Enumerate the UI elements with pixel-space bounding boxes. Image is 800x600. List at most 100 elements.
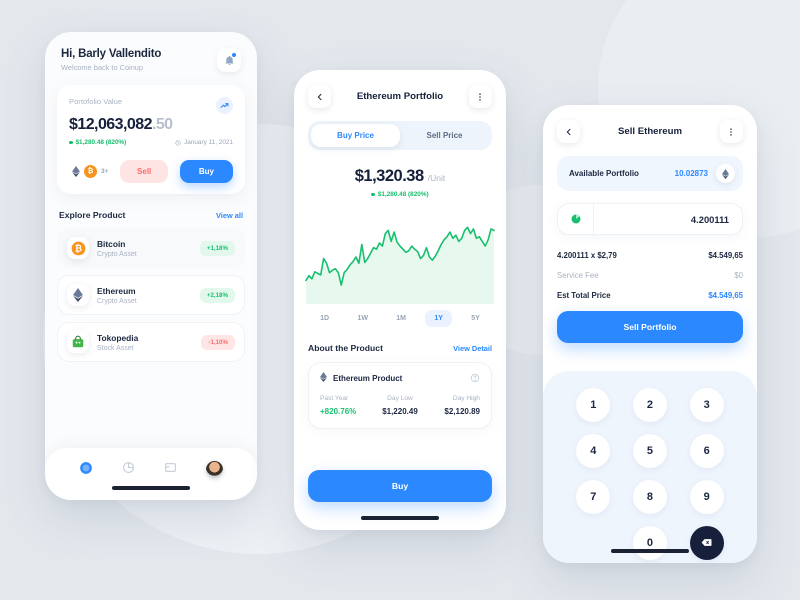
view-all-link[interactable]: View all (216, 211, 243, 220)
range-1y[interactable]: 1Y (425, 310, 452, 327)
price-chart (294, 204, 506, 304)
stat-cell: Past Year +820.76% (320, 395, 373, 416)
time-range-selector: 1D 1W 1M 1Y 5Y (294, 310, 506, 327)
list-item[interactable]: Tokopedia Stock Asset -1,10% (57, 322, 245, 362)
greeting-text: Hi, Barly Vallendito (61, 48, 162, 60)
view-detail-link[interactable]: View Detail (453, 344, 492, 353)
buy-button[interactable]: Buy (179, 160, 233, 183)
stat-label: Day High (452, 395, 480, 402)
stat-cell: Day Low $1,220.49 (373, 395, 426, 416)
app-mockup-stage: Hi, Barly Vallendito Welcome back to Coi… (0, 0, 800, 600)
product-name: Ethereum (97, 285, 136, 296)
status-badge: -1,10% (201, 334, 235, 350)
sidebar-item-profile[interactable] (205, 461, 223, 478)
tokopedia-icon (67, 331, 89, 353)
sidebar-item-cards[interactable] (164, 461, 177, 474)
price-breakdown: 4.200111 x $2,79 $4.549,65 Service Fee $0 Es… (557, 251, 743, 300)
stat-label: Day Low (387, 395, 413, 402)
tab-sell-price[interactable]: Sell Price (400, 124, 489, 147)
breakdown-row: 4.200111 x $2,79 $4.549,65 (557, 251, 743, 260)
notification-button[interactable] (217, 48, 241, 72)
pie-chart-icon (123, 462, 135, 473)
breakdown-row: Service Fee $0 (557, 271, 743, 280)
unit-price-suffix: /Unit (427, 173, 446, 183)
available-portfolio-value: 10.02873 (674, 169, 708, 178)
status-badge: +1,18% (199, 240, 235, 256)
stat-value: $2,120.89 (444, 407, 480, 416)
stat-cell: Day High $2,120.89 (427, 395, 480, 416)
token-more-count: 3+ (101, 168, 109, 175)
amount-input-field[interactable]: 4.200111 (557, 203, 743, 235)
home-indicator (361, 516, 439, 520)
sidebar-item-dashboard[interactable] (79, 461, 93, 475)
welcome-subtitle: Welcome back to Coinup (61, 63, 144, 72)
keypad-7[interactable]: 7 (576, 479, 611, 514)
product-type: Crypto Asset (97, 297, 137, 305)
buy-button[interactable]: Buy (308, 470, 492, 502)
sell-button[interactable]: Sell (120, 160, 169, 183)
page-title: Sell Ethereum (618, 126, 682, 137)
portfolio-date-text: January 11, 2021 (184, 139, 233, 146)
more-options-button[interactable] (468, 85, 492, 108)
svg-text:₿: ₿ (74, 243, 81, 253)
breakdown-value: $0 (734, 271, 743, 280)
keypad-spacer (576, 526, 610, 560)
breakdown-row: Est Total Price $4.549,65 (557, 291, 743, 300)
range-1m[interactable]: 1M (387, 310, 415, 327)
back-button[interactable] (308, 85, 331, 108)
portfolio-amount-decimal: .50 (151, 116, 173, 133)
numeric-keypad: 123 456 7890 (543, 371, 757, 563)
help-circle-icon[interactable] (470, 373, 480, 383)
breakdown-value: $4.549,65 (708, 251, 743, 260)
keypad-1[interactable]: 1 (576, 388, 611, 423)
notification-dot (232, 53, 236, 57)
keypad-9[interactable]: 9 (689, 479, 724, 514)
token-stack: ₿ 3+ (69, 165, 108, 178)
tab-buy-price[interactable]: Buy Price (311, 124, 400, 147)
keypad-0[interactable]: 0 (632, 525, 667, 560)
amount-input-value: 4.200111 (690, 213, 729, 225)
ethereum-icon (69, 165, 82, 178)
more-options-button[interactable] (719, 120, 743, 143)
keypad-3[interactable]: 3 (689, 388, 724, 423)
breakdown-label: 4.200111 x $2,79 (557, 251, 617, 260)
back-button[interactable] (557, 120, 580, 143)
sidebar-item-statistics[interactable] (122, 461, 135, 474)
about-product-card: Ethereum Product Past Year +820.76% Day Lo… (308, 362, 492, 429)
list-item[interactable]: Ethereum Crypto Asset +2,18% (57, 275, 245, 315)
product-name: Ethereum Product (333, 373, 403, 383)
home-header: Hi, Barly Vallendito Welcome back to Coi… (45, 32, 257, 72)
price-chart-svg (305, 226, 495, 304)
product-name: Bitcoin (97, 238, 126, 249)
sell-portfolio-button[interactable]: Sell Portfolio (557, 311, 743, 343)
list-item[interactable]: ₿ Bitcoin Crypto Asset +1,18% (57, 228, 245, 268)
pie-chart-icon (558, 204, 594, 234)
available-portfolio-label: Available Portfolio (569, 169, 639, 178)
explore-header: Explore Product View all (45, 194, 257, 220)
product-stats: Past Year +820.76% Day Low $1,220.49 Day Hig… (320, 395, 480, 416)
card-icon (164, 463, 176, 472)
bitcoin-icon: ₿ (67, 237, 89, 259)
trend-up-icon[interactable] (216, 97, 233, 114)
range-5y[interactable]: 5Y (462, 310, 489, 327)
range-1w[interactable]: 1W (348, 310, 377, 327)
phone-screen-sell: Sell Ethereum Available Portfolio 10.028… (543, 105, 757, 563)
keypad-8[interactable]: 8 (632, 479, 667, 514)
ethereum-icon (320, 372, 327, 384)
keypad-2[interactable]: 2 (632, 388, 667, 423)
keypad-4[interactable]: 4 (576, 434, 611, 469)
phone-screen-portfolio-detail: Ethereum Portfolio Buy Price Sell Price $… (294, 70, 506, 530)
more-vertical-icon (730, 127, 733, 136)
portfolio-change-text: $1,280.48 (820%) (75, 139, 127, 146)
stat-value: +820.76% (320, 407, 357, 416)
range-1d[interactable]: 1D (311, 310, 338, 327)
bitcoin-icon: ₿ (84, 165, 97, 178)
price-type-tabs: Buy Price Sell Price (308, 121, 492, 150)
available-portfolio-row[interactable]: Available Portfolio 10.02873 (557, 156, 743, 191)
ethereum-icon (67, 284, 89, 306)
portfolio-date: January 11, 2021 (175, 139, 233, 146)
keypad-delete[interactable] (689, 525, 724, 560)
status-badge: +2,18% (199, 287, 235, 303)
keypad-6[interactable]: 6 (689, 434, 724, 469)
keypad-5[interactable]: 5 (632, 434, 667, 469)
